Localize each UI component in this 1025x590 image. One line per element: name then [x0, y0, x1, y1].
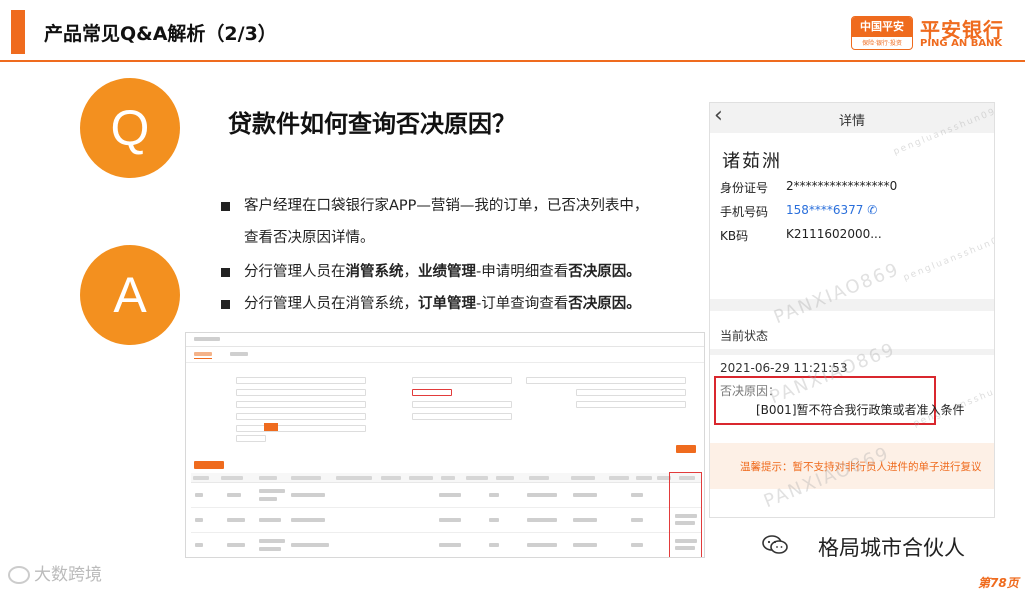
- filter-field: [576, 401, 686, 408]
- answer-item-1: 客户经理在口袋银行家APP—营销—我的订单，已否决列表中， 查看否决原因详情。: [218, 190, 688, 254]
- answer-item-2: 分行管理人员在消管系统，业绩管理-申请明细查看否决原因。: [218, 256, 688, 288]
- app-detail-screenshot: ‹ 详情 诸茹洲 身份证号 2****************0 手机号码 15…: [709, 102, 995, 518]
- answer-item-2-bold3: 否决原因。: [568, 264, 641, 280]
- admin-search-button: [264, 423, 278, 431]
- filter-field: [576, 389, 686, 396]
- filter-field: [236, 425, 366, 432]
- phone-value: 158****6377 ✆: [786, 203, 877, 217]
- id-label: 身份证号: [720, 181, 769, 195]
- phone-number: 158****6377: [786, 203, 864, 217]
- corner-watermark-logo: 大数跨境: [8, 560, 102, 585]
- admin-export-button: [194, 461, 224, 469]
- ping-an-logo-box: 中国平安 保险·银行·投资: [851, 16, 913, 50]
- admin-table-row: [191, 533, 701, 557]
- filter-field: [236, 377, 366, 384]
- question-text: 贷款件如何查询否决原因？: [228, 110, 516, 138]
- logo-box-bottom-text: 保险·银行·投资: [862, 40, 902, 47]
- answer-item-3-bold2: 否决原因。: [568, 296, 641, 312]
- filter-field: [412, 377, 512, 384]
- wechat-account-label: 格局城市合伙人: [818, 536, 965, 560]
- slide-title: 产品常见Q&A解析（2/3）: [44, 23, 277, 45]
- phone-icon: ✆: [867, 203, 878, 217]
- admin-filter-form: [196, 373, 696, 463]
- question-badge: Q: [80, 78, 180, 178]
- phone-label: 手机号码: [720, 205, 769, 219]
- logo-box-top-text: 中国平安: [852, 17, 912, 37]
- reject-reason-column-highlight: [669, 472, 702, 557]
- admin-table-row: [191, 508, 701, 533]
- filter-field: [236, 401, 366, 408]
- page-number: 第78页: [978, 576, 1019, 590]
- filter-field: [236, 435, 266, 442]
- status-section-title: 当前状态: [720, 329, 769, 343]
- answer-item-3-post: -订单查询查看: [476, 296, 569, 312]
- admin-system-screenshot: [185, 332, 705, 558]
- answer-badge: A: [80, 245, 180, 345]
- corner-logo-icon: [8, 566, 30, 584]
- answer-item-3: 分行管理人员在消管系统，订单管理-订单查询查看否决原因。: [218, 288, 688, 320]
- answer-item-2-mid: ，: [403, 264, 419, 280]
- admin-tab-active: [194, 352, 212, 359]
- filter-field: [236, 413, 366, 420]
- watermark: PANXIAO869: [770, 258, 903, 329]
- answer-item-2-bold1: 消管系统: [345, 264, 404, 280]
- answer-item-1-line2: 查看否决原因详情。: [244, 230, 375, 246]
- bank-logo-en: PING AN BANK: [920, 38, 1003, 49]
- kb-value: K2111602000...: [786, 227, 882, 241]
- watermark-small: pengluansshun09: [902, 232, 995, 284]
- corner-logo-text: 大数跨境: [34, 565, 102, 585]
- filter-field-product-highlight: [412, 389, 452, 396]
- section-separator: [710, 299, 994, 311]
- admin-table-row: [191, 483, 701, 508]
- customer-name: 诸茹洲: [722, 151, 782, 172]
- title-accent-bar: [11, 10, 25, 54]
- filter-field: [412, 401, 512, 408]
- admin-results-table: [191, 473, 701, 557]
- answer-item-2-bold2: 业绩管理: [418, 264, 476, 280]
- admin-query-button: [676, 445, 696, 453]
- filter-field: [412, 413, 512, 420]
- filter-field: [526, 377, 686, 384]
- answer-item-2-post: -申请明细查看: [476, 264, 569, 280]
- admin-tab-bar: [186, 347, 704, 363]
- admin-title-bar: [186, 333, 704, 347]
- header-divider: [0, 60, 1025, 62]
- admin-tab-other: [229, 352, 248, 358]
- admin-table-header: [191, 473, 701, 483]
- kb-label: KB码: [720, 229, 749, 243]
- answer-item-2-pre: 分行管理人员在: [244, 264, 346, 280]
- filter-field: [236, 389, 366, 396]
- answer-item-1-line1: 客户经理在口袋银行家APP—营销—我的订单，已否决列表中，: [244, 198, 649, 214]
- wechat-icon: [762, 535, 788, 554]
- id-value: 2****************0: [786, 179, 898, 193]
- answer-item-3-pre: 分行管理人员在消管系统，: [244, 296, 418, 312]
- answer-list: 客户经理在口袋银行家APP—营销—我的订单，已否决列表中， 查看否决原因详情。 …: [218, 190, 688, 320]
- answer-item-3-bold1: 订单管理: [418, 296, 476, 312]
